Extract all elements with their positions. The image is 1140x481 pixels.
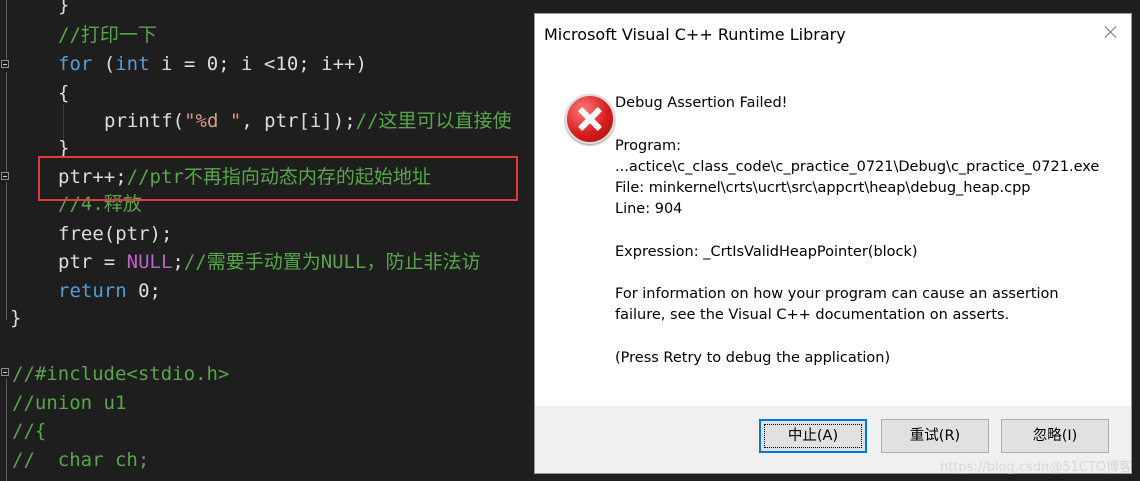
fold-guide (6, 378, 7, 481)
line-number: Line: 904 (615, 201, 683, 217)
code-line: // char ch; (12, 449, 149, 471)
code-line: free(ptr); (58, 223, 172, 245)
code-token: NULL (126, 251, 173, 273)
code-line: printf("%d ", ptr[i]);//这里可以直接使 (104, 110, 512, 132)
code-line: //union u1 (12, 392, 126, 414)
code-line: //打印一下 (58, 24, 157, 46)
code-line: } (10, 307, 21, 329)
code-line: { (58, 82, 69, 104)
code-token: int (115, 53, 150, 75)
highlight-annotation-box (38, 156, 518, 201)
expression-text: Expression: _CrtIsValidHeapPointer(block… (615, 244, 918, 260)
code-line: ptr = NULL;//需要手动置为NULL，防止非法访 (58, 251, 481, 273)
ignore-button-label: 忽略(I) (1032, 428, 1078, 444)
fold-toggle[interactable] (1, 368, 9, 376)
code-token: 0; (126, 280, 161, 302)
code-token: //union u1 (12, 392, 127, 414)
retry-hint: (Press Retry to debug the application) (615, 350, 891, 366)
code-token: { (58, 82, 70, 104)
code-line: return 0; (58, 280, 161, 302)
code-token: return (58, 280, 127, 302)
assertion-dialog: Microsoft Visual C++ Runtime Library Deb… (534, 13, 1132, 474)
fold-guide (6, 182, 7, 320)
retry-button-label: 重试(R) (909, 428, 961, 444)
dialog-heading: Debug Assertion Failed! (615, 95, 788, 111)
info-text-2: failure, see the Visual C++ documentatio… (615, 307, 1010, 323)
code-token: //#include<stdio.h> (12, 363, 230, 385)
program-path: ...actice\c_class_code\c_practice_0721\D… (615, 159, 1100, 175)
code-line: for (int i = 0; i <10; i++) (58, 53, 367, 75)
fold-guide (6, 72, 7, 172)
code-token: //需要手动置为NULL，防止非法访 (183, 251, 481, 273)
ignore-button[interactable]: 忽略(I) (1001, 419, 1109, 453)
retry-button[interactable]: 重试(R) (881, 419, 989, 453)
code-token: i = 0; i <10; i++) (149, 53, 367, 75)
code-token: ; (172, 251, 184, 273)
code-line: //#include<stdio.h> (12, 363, 229, 385)
code-token: // char ch; (12, 449, 150, 471)
code-token: free(ptr); (58, 223, 173, 245)
code-token: for (58, 53, 93, 75)
fold-toggle[interactable] (1, 60, 9, 68)
code-token: printf( (104, 110, 185, 132)
code-token: } (10, 307, 22, 329)
code-token: "%d " (184, 110, 242, 132)
file-path: File: minkernel\crts\ucrt\src\appcrt\hea… (615, 180, 1031, 196)
abort-button[interactable]: 中止(A) (759, 419, 867, 453)
close-icon[interactable] (1103, 24, 1119, 40)
code-line: } (58, 0, 69, 16)
dialog-title: Microsoft Visual C++ Runtime Library (544, 25, 846, 44)
code-token: , ptr[i]); (241, 110, 356, 132)
focus-rect (764, 424, 862, 448)
error-icon (565, 94, 615, 144)
watermark: https://blog.csdn@51CTO博客 (939, 460, 1132, 475)
code-token: ptr = (58, 251, 127, 273)
fold-guide (6, 0, 7, 60)
code-token: ( (92, 53, 116, 75)
fold-toggle[interactable] (1, 172, 9, 180)
code-token: //{ (12, 420, 47, 442)
code-token: //打印一下 (58, 24, 157, 46)
info-text-1: For information on how your program can … (615, 286, 1059, 302)
code-token: //这里可以直接使 (355, 110, 512, 132)
code-line: //{ (12, 420, 46, 442)
code-token: } (58, 0, 70, 16)
program-label: Program: (615, 138, 682, 154)
